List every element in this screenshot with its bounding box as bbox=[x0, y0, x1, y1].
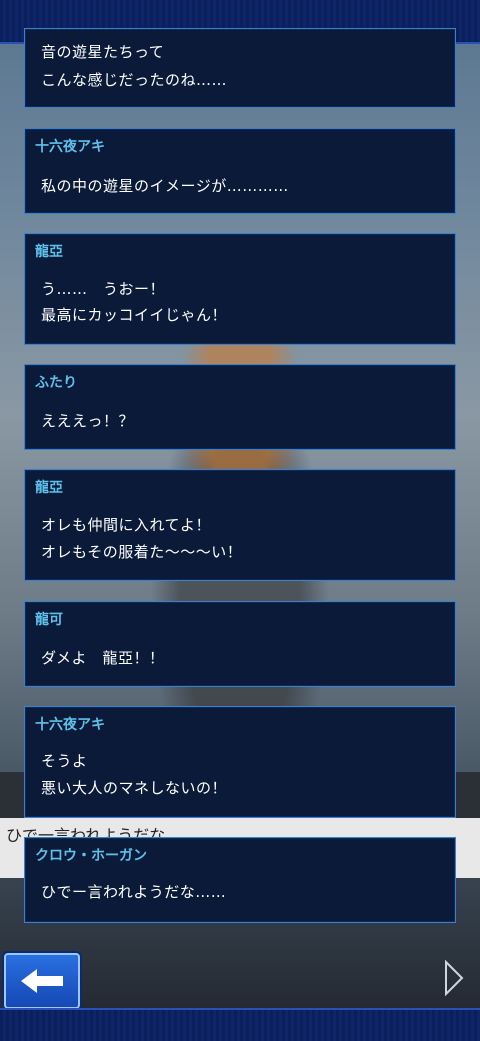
log-line: えええっ！？ bbox=[41, 412, 135, 430]
log-line: 音の遊星たちって bbox=[41, 43, 165, 61]
speaker-name: 十六夜アキ bbox=[35, 717, 105, 733]
log-entry: 十六夜アキ そうよ 悪い大人のマネしないの！ bbox=[24, 706, 456, 818]
log-line: ダメよ 龍亞！！ bbox=[41, 649, 165, 667]
log-line: 悪い大人のマネしないの！ bbox=[41, 779, 228, 797]
bottom-bar bbox=[0, 1008, 480, 1041]
speaker-name: 龍亞 bbox=[35, 244, 63, 260]
log-entry: 龍亞 う…… うおー！ 最高にカッコイイじゃん！ bbox=[24, 233, 456, 345]
speaker-name: クロウ・ホーガン bbox=[35, 848, 147, 864]
log-line: こんな感じだったのね…… bbox=[41, 71, 228, 89]
speaker-name: 十六夜アキ bbox=[35, 139, 105, 155]
next-button[interactable] bbox=[442, 959, 466, 997]
log-entry: 十六夜アキ 私の中の遊星のイメージが………… bbox=[24, 128, 456, 214]
log-line: そうよ bbox=[41, 752, 88, 770]
speaker-name: 龍可 bbox=[35, 612, 63, 628]
speaker-name: 龍亞 bbox=[35, 480, 63, 496]
back-button[interactable] bbox=[4, 953, 80, 1009]
log-entry: クロウ・ホーガン ひでー言われようだな…… bbox=[24, 837, 456, 923]
speaker-name: ふたり bbox=[35, 375, 77, 391]
log-line: オレも仲間に入れてよ！ bbox=[41, 516, 212, 534]
right-chevron-icon bbox=[445, 959, 464, 997]
log-entry: 龍亞 オレも仲間に入れてよ！ オレもその服着た〜〜〜い！ bbox=[24, 469, 456, 581]
log-line: 最高にカッコイイじゃん！ bbox=[41, 306, 228, 324]
log-line: う…… うおー！ bbox=[41, 280, 166, 298]
log-line: ひでー言われようだな…… bbox=[41, 883, 227, 901]
log-line: オレもその服着た〜〜〜い！ bbox=[41, 543, 243, 561]
log-entry: 音の遊星たちって こんな感じだったのね…… bbox=[24, 28, 456, 108]
log-entry: ふたり えええっ！？ bbox=[24, 364, 456, 450]
log-entry: 龍可 ダメよ 龍亞！！ bbox=[24, 601, 456, 687]
log-line: 私の中の遊星のイメージが………… bbox=[41, 177, 289, 195]
left-arrow-icon bbox=[21, 969, 63, 993]
